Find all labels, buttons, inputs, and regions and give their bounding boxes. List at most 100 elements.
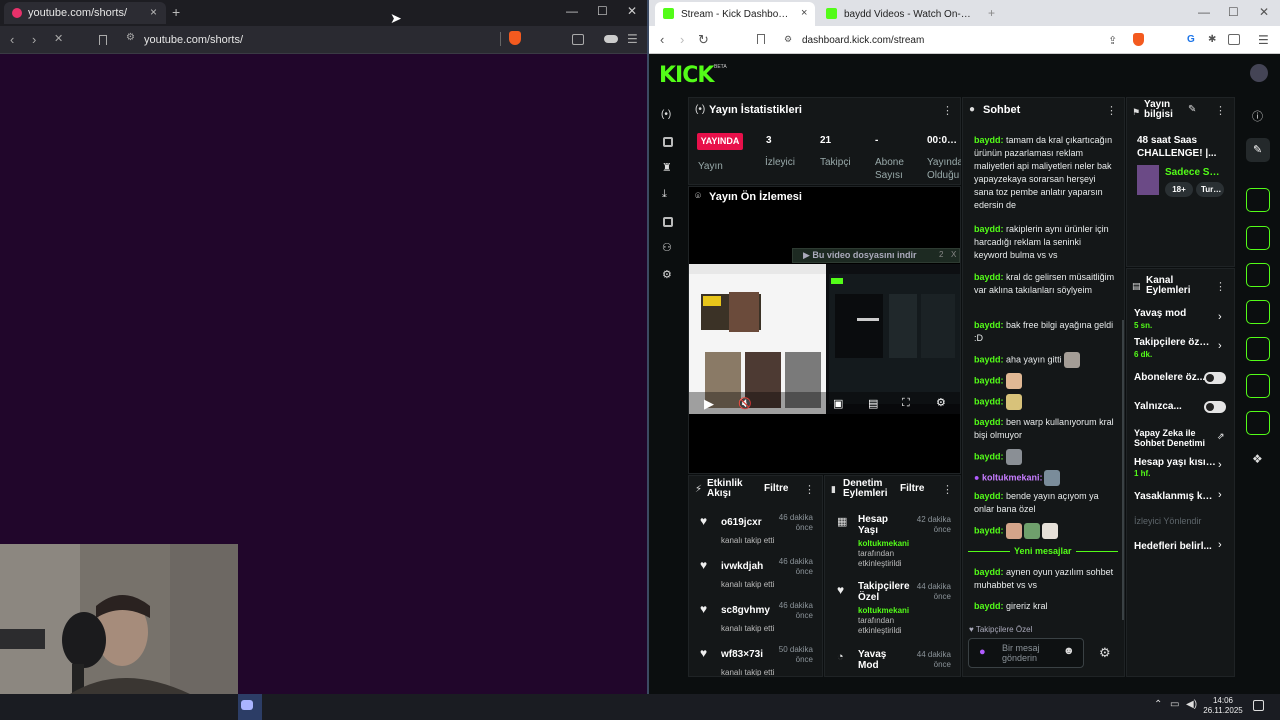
tab-kick-dashboard[interactable]: Stream - Kick Dashboard ×	[655, 2, 815, 26]
vpn-icon[interactable]	[604, 35, 618, 43]
download-banner[interactable]: ▶ Bu video dosyasını indir 2 X	[792, 248, 960, 263]
wrench-icon[interactable]	[1246, 411, 1270, 435]
menu-icon[interactable]: ☰	[1258, 33, 1269, 47]
sidebar-icon[interactable]	[1228, 34, 1240, 45]
action-host-viewers[interactable]: İzleyici Yönlendir	[1126, 513, 1235, 535]
info-icon[interactable]: ⓘ	[1252, 108, 1263, 124]
stream-info-menu-icon[interactable]: ⋮	[1215, 104, 1226, 117]
sidebar-icon[interactable]	[572, 34, 584, 45]
tag-mature[interactable]: 18+	[1165, 182, 1193, 197]
site-info-icon[interactable]: ⚙	[784, 34, 792, 45]
brave-shield-icon[interactable]	[1133, 33, 1144, 46]
activity-username[interactable]: o619jcxr	[721, 517, 762, 528]
trophy-icon[interactable]: ♜	[662, 161, 672, 174]
chat-username[interactable]: baydd:	[974, 135, 1004, 145]
bookmark-icon[interactable]	[757, 34, 765, 44]
right-address-input[interactable]: dashboard.kick.com/stream	[802, 35, 924, 46]
play-icon[interactable]: ▶	[704, 396, 714, 412]
pip-icon[interactable]: ▣	[833, 397, 843, 410]
chat-username[interactable]: baydd:	[974, 272, 1004, 282]
back-icon[interactable]: ‹	[10, 32, 14, 47]
action-emotes-only[interactable]: Yalnızca...	[1126, 397, 1235, 419]
moderation-filter-button[interactable]: Filtre	[900, 483, 924, 494]
kick-logo[interactable]: KICK	[659, 63, 714, 88]
close-tab-icon[interactable]: ×	[150, 5, 157, 19]
activity-menu-icon[interactable]: ⋮	[804, 483, 815, 496]
stats-icon[interactable]	[663, 137, 673, 147]
tray-chevron-icon[interactable]: ⌃	[1154, 699, 1162, 710]
layout-icon[interactable]	[1246, 374, 1270, 398]
capture-toggle-icon[interactable]	[1246, 188, 1270, 212]
activity-username[interactable]: sc8gvhmy	[721, 605, 770, 616]
chat-username[interactable]: baydd:	[974, 354, 1004, 364]
chat-username[interactable]: baydd:	[974, 525, 1004, 535]
stream-preview-video[interactable]	[689, 264, 960, 414]
toggle-switch[interactable]	[1204, 401, 1226, 413]
emoji-icon[interactable]: ☻	[1063, 645, 1075, 657]
download-close-icon[interactable]: X	[951, 250, 956, 259]
chat-username[interactable]: baydd:	[974, 451, 1004, 461]
activity-filter-button[interactable]: Filtre	[764, 483, 788, 494]
volume-icon[interactable]: ◀)	[1186, 699, 1197, 710]
action-account-age[interactable]: Hesap yaşı kısıtla 1 hf. ›	[1126, 455, 1235, 483]
chat-username[interactable]: baydd:	[974, 375, 1004, 385]
site-info-icon[interactable]: ⚙	[126, 32, 135, 43]
moderation-user[interactable]: koltukmekani	[858, 539, 909, 548]
tab-baydd-videos[interactable]: baydd Videos - Watch On-Demand	[818, 2, 984, 26]
chat-username[interactable]: baydd:	[974, 567, 1004, 577]
taskbar-clock[interactable]: 14:06 26.11.2025	[1200, 696, 1246, 716]
maximize-button[interactable]: ☐	[597, 4, 608, 18]
stats-menu-icon[interactable]: ⋮	[942, 104, 953, 117]
theater-icon[interactable]: ▤	[868, 397, 878, 410]
chat-username[interactable]: baydd:	[974, 601, 1004, 611]
extensions-icon[interactable]: ✱	[1208, 34, 1216, 45]
toggle-switch[interactable]	[1204, 372, 1226, 384]
chat-scrollbar[interactable]	[1122, 320, 1124, 620]
chat-username[interactable]: baydd:	[974, 417, 1004, 427]
minimize-button[interactable]: —	[566, 4, 578, 18]
left-tab-youtube[interactable]: youtube.com/shorts/ ×	[4, 2, 166, 24]
forward-icon[interactable]: ›	[32, 32, 36, 47]
mic-icon[interactable]: ●	[979, 646, 986, 658]
chat-username[interactable]: baydd:	[974, 396, 1004, 406]
notification-icon[interactable]	[1253, 700, 1264, 711]
action-followers-only[interactable]: Takipçilere özel s 6 dk. ›	[1126, 334, 1235, 362]
capture-icon[interactable]	[663, 217, 673, 227]
action-banned-words[interactable]: Yasaklanmış kelir ›	[1126, 488, 1235, 510]
chat-settings-icon[interactable]: ⚙	[1099, 645, 1111, 661]
activity-username[interactable]: wf83×73i	[721, 649, 763, 660]
chat-username[interactable]: baydd:	[974, 224, 1004, 234]
action-slow-mode[interactable]: Yavaş mod 5 sn. ›	[1126, 305, 1235, 333]
user-avatar[interactable]	[1250, 64, 1268, 82]
lightning-icon[interactable]	[1246, 226, 1270, 250]
chat-username[interactable]: baydd:	[974, 320, 1004, 330]
reload-icon[interactable]: ↻	[698, 32, 709, 48]
action-ai-moderation[interactable]: Yapay Zeka ile Sohbet Denetimi ⇗	[1126, 426, 1235, 450]
category-link[interactable]: Sadece Sohbet	[1165, 167, 1223, 178]
network-icon[interactable]: ▭	[1170, 699, 1179, 710]
stop-loading-icon[interactable]: ✕	[54, 32, 63, 45]
translate-icon[interactable]: G	[1187, 34, 1195, 45]
action-set-goals[interactable]: Hedefleri belirl... ›	[1126, 538, 1235, 560]
back-icon[interactable]: ‹	[660, 32, 664, 47]
forward-icon[interactable]: ›	[680, 32, 684, 47]
chat-menu-icon[interactable]: ⋮	[1106, 104, 1117, 117]
maximize-button[interactable]: ☐	[1228, 5, 1239, 19]
new-tab-button[interactable]: +	[172, 4, 180, 20]
activity-username[interactable]: ivwkdjah	[721, 561, 763, 572]
chat-bubble-icon[interactable]	[1246, 300, 1270, 324]
tag-language[interactable]: Turkish	[1196, 182, 1224, 197]
settings-icon[interactable]: ⚙	[662, 268, 672, 281]
share-icon[interactable]: ⇪	[1108, 34, 1117, 47]
chat-input[interactable]: ● Bir mesaj gönderin ☻	[968, 638, 1084, 668]
broadcast-toggle-icon[interactable]	[1246, 337, 1270, 361]
action-subscribers-only[interactable]: Abonelere öz...	[1126, 368, 1235, 390]
window-close-button[interactable]: ✕	[627, 4, 637, 18]
fullscreen-icon[interactable]: ⛶	[902, 397, 910, 410]
channel-actions-menu-icon[interactable]: ⋮	[1215, 280, 1226, 293]
moderation-menu-icon[interactable]: ⋮	[942, 483, 953, 496]
video-settings-icon[interactable]: ⚙	[936, 396, 946, 409]
edit-icon[interactable]: ✎	[1188, 104, 1196, 115]
palette-icon[interactable]: ❖	[1252, 452, 1263, 466]
mute-icon[interactable]: 🔇	[738, 397, 752, 410]
